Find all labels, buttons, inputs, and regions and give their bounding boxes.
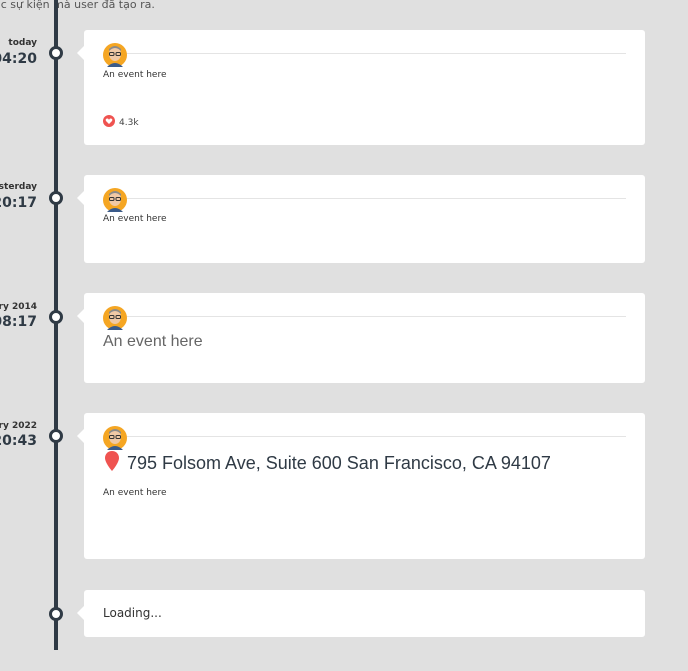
card-divider (103, 53, 626, 54)
timeline-node (49, 607, 63, 621)
user-avatar-icon (103, 43, 127, 67)
loading-text: Loading... (103, 606, 162, 620)
timeline-line (54, 0, 58, 650)
timeline-node (49, 429, 63, 443)
event-text: An event here (103, 488, 167, 498)
event-location[interactable]: 795 Folsom Ave, Suite 600 San Francisco,… (105, 451, 551, 476)
user-avatar-icon (103, 188, 127, 212)
event-date: ary 2022 (0, 421, 37, 431)
user-avatar-icon (103, 426, 127, 450)
event-date: esterday (0, 182, 37, 192)
card-divider (103, 198, 626, 199)
event-time: 20:17 (0, 195, 37, 211)
likes-button[interactable]: 4.3k (103, 115, 139, 130)
heart-icon (103, 115, 115, 130)
card-divider (103, 436, 626, 437)
event-card[interactable]: An event here (77, 175, 645, 263)
event-card[interactable]: An event here 4.3k (77, 30, 645, 145)
event-card[interactable]: An event here (77, 293, 645, 383)
event-date: today (8, 38, 37, 48)
timeline-node (49, 46, 63, 60)
card-divider (103, 316, 626, 317)
event-text: An event here (103, 214, 167, 224)
user-avatar-icon (103, 306, 127, 330)
event-date: ary 2014 (0, 302, 37, 312)
map-pin-icon (105, 451, 119, 476)
event-text: An event here (103, 70, 167, 80)
likes-count: 4.3k (119, 117, 139, 128)
event-time: 04:20 (0, 51, 37, 67)
event-text: An event here (103, 333, 203, 350)
location-text: 795 Folsom Ave, Suite 600 San Francisco,… (127, 453, 551, 473)
event-time: 20:43 (0, 433, 37, 449)
timeline-node (49, 191, 63, 205)
intro-text: ác sự kiện mà user đã tạo ra. (0, 0, 155, 11)
event-card[interactable]: 795 Folsom Ave, Suite 600 San Francisco,… (77, 413, 645, 559)
timeline-node (49, 310, 63, 324)
loading-card: Loading... (77, 590, 645, 637)
event-time: 08:17 (0, 314, 37, 330)
